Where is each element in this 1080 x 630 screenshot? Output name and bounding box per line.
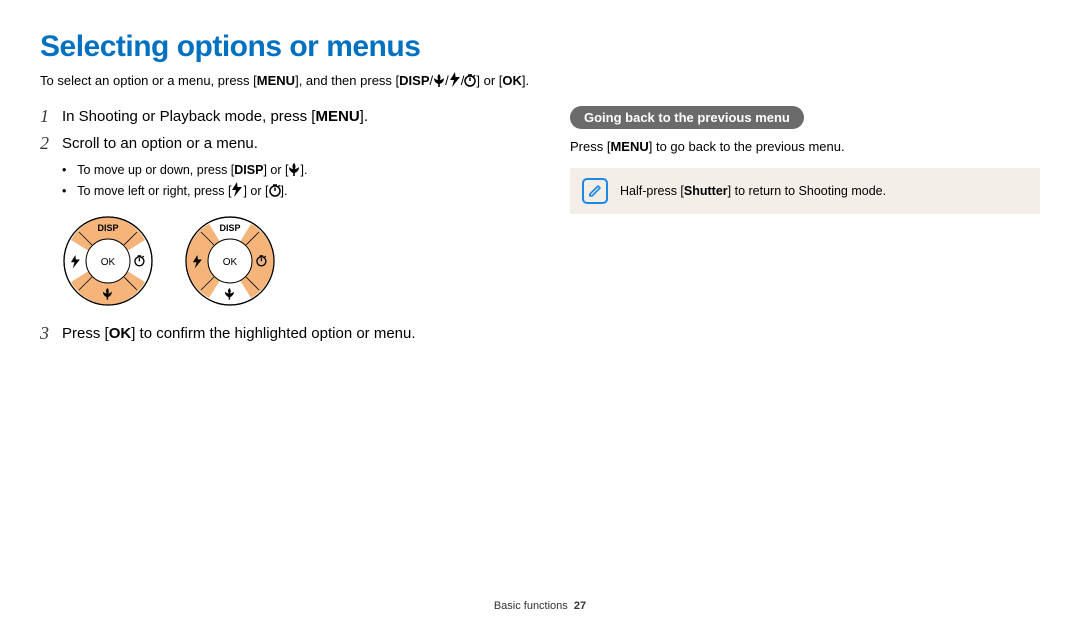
step-2-sublist: To move up or down, press [DISP] or []. … <box>62 160 510 203</box>
flash-icon <box>231 182 243 197</box>
timer-icon <box>464 74 476 87</box>
note-box: Half-press [Shutter] to return to Shooti… <box>570 168 1040 214</box>
flash-icon <box>449 72 461 87</box>
macro-icon <box>288 163 300 176</box>
macro-icon <box>433 74 445 87</box>
step-number: 2 <box>40 133 62 154</box>
step-number: 3 <box>40 323 62 344</box>
dial-horizontal: DISP OK <box>184 215 276 307</box>
svg-text:DISP: DISP <box>97 223 118 233</box>
intro-text: To select an option or a menu, press [ME… <box>40 72 1040 88</box>
step-number: 1 <box>40 106 62 127</box>
timer-icon <box>269 184 281 197</box>
page-title: Selecting options or menus <box>40 30 1040 64</box>
step-2-text: Scroll to an option or a menu. <box>62 133 258 152</box>
note-text: Half-press [Shutter] to return to Shooti… <box>620 184 886 198</box>
step-3-text: Press [OK] to confirm the highlighted op… <box>62 323 416 342</box>
subsection-header: Going back to the previous menu <box>570 106 804 129</box>
go-back-text: Press [MENU] to go back to the previous … <box>570 139 1040 154</box>
note-icon <box>582 178 608 204</box>
left-column: 1 In Shooting or Playback mode, press [M… <box>40 106 510 350</box>
svg-text:OK: OK <box>101 257 116 268</box>
right-column: Going back to the previous menu Press [M… <box>570 106 1040 350</box>
dial-vertical: DISP OK <box>62 215 154 307</box>
dial-diagram: DISP OK <box>62 215 510 307</box>
step-1-text: In Shooting or Playback mode, press [MEN… <box>62 106 368 125</box>
svg-text:OK: OK <box>223 257 238 268</box>
svg-text:DISP: DISP <box>219 223 240 233</box>
page-footer: Basic functions 27 <box>0 600 1080 612</box>
